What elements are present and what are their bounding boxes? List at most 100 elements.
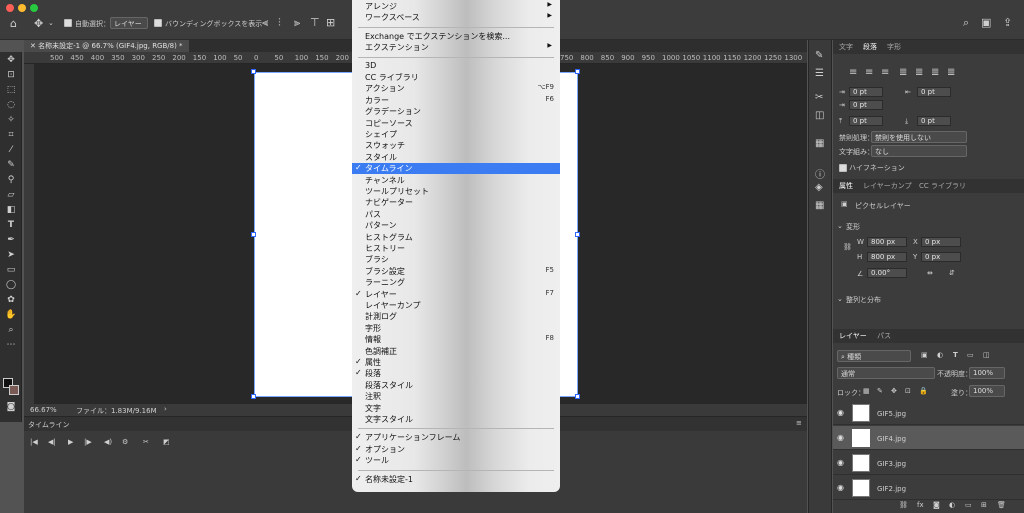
blend-mode-select[interactable]: 通常 [837,367,935,379]
brush-tool-icon[interactable]: ✎ [3,159,19,172]
eyedropper-tool-icon[interactable]: ⁄ [3,144,19,157]
menu-item[interactable]: ✓ アプリケーションフレーム [352,432,560,443]
background-color-swatch[interactable] [9,385,19,395]
delete-layer-icon[interactable]: 🗑 [997,501,1006,509]
tool-preset-chevron-icon[interactable]: ⌄ [48,19,54,27]
next-frame-icon[interactable]: |▶ [84,438,92,446]
gradient-tool-icon[interactable]: ◧ [3,204,19,217]
share-icon[interactable]: ⇪ [1003,17,1012,28]
type-tool-icon[interactable]: T [3,219,19,232]
menu-item[interactable]: ブラシ [352,254,560,265]
align-chevron-icon[interactable]: ⌄ [837,295,843,303]
align-right-icon[interactable]: ⫸ [294,17,300,28]
tab-character[interactable]: 文字 [839,42,853,52]
menu-item[interactable]: 文字 [352,403,560,414]
info-icon[interactable]: ⓘ [815,166,825,181]
move-tool-icon[interactable]: ✥ [34,18,43,29]
minimize-window-button[interactable] [18,4,26,12]
align-center-icon[interactable]: ⫶ [278,17,281,28]
document-tab[interactable]: ✕ 名称未設定-1 @ 66.7% (GIF4.jpg, RGB/8) * [24,40,189,52]
new-group-icon[interactable]: ▭ [965,501,972,509]
menu-item[interactable]: スウォッチ [352,140,560,151]
hyphenation-checkbox[interactable] [839,164,847,172]
transform-handle[interactable] [575,69,580,74]
quick-mask-icon[interactable]: ◙ [3,401,19,414]
move-tool-icon[interactable]: ✥ [3,54,19,67]
audio-icon[interactable]: ◀) [104,438,112,446]
tab-paths[interactable]: パス [877,331,891,341]
filter-shape-icon[interactable]: ▭ [967,351,974,359]
link-layers-icon[interactable]: ⛓ [899,501,908,509]
tab-cc-libraries[interactable]: CC ライブラリ [919,181,966,191]
tab-properties[interactable]: 属性 [839,181,853,191]
flip-vertical-icon[interactable]: ⇵ [949,269,955,277]
menu-item[interactable]: スタイル [352,152,560,163]
eraser-tool-icon[interactable]: ▱ [3,189,19,202]
lock-all-icon[interactable]: 🔒 [919,387,928,395]
height-field[interactable]: 800 px [867,252,907,262]
menu-item[interactable]: ✓ 名称未設定-1 [352,474,560,485]
maximize-window-button[interactable] [30,4,38,12]
more-tools-icon[interactable]: ⋯ [3,339,19,352]
auto-select-checkbox[interactable] [64,19,72,27]
align-left-icon[interactable]: ⫷ [262,17,268,28]
add-mask-icon[interactable]: ◙ [933,501,940,509]
lock-transparent-icon[interactable]: ▦ [863,387,870,395]
justify-center-icon[interactable]: ≣ [915,67,923,78]
magic-wand-tool-icon[interactable]: ✧ [3,114,19,127]
history-icon[interactable]: ◫ [815,110,824,121]
indent-left-field[interactable]: 0 pt [849,87,883,97]
menu-item[interactable]: ✓ レイヤー F7 [352,289,560,300]
tab-layer-comps[interactable]: レイヤーカンプ [863,181,912,191]
layer-name[interactable]: GIF4.jpg [877,435,906,443]
menu-item[interactable]: CC ライブラリ [352,72,560,83]
auto-select-target-select[interactable]: レイヤー [110,17,148,29]
transform-handle[interactable] [251,232,256,237]
menu-item[interactable]: レイヤーカンプ [352,300,560,311]
artboard-tool-icon[interactable]: ⊡ [3,69,19,82]
menu-item[interactable]: ツールプリセット [352,186,560,197]
menu-item[interactable]: シェイプ [352,129,560,140]
visibility-eye-icon[interactable]: ◉ [837,483,844,492]
space-after-field[interactable]: 0 pt [917,116,951,126]
previous-frame-icon[interactable]: ◀| [48,438,56,446]
lock-image-icon[interactable]: ✎ [877,387,883,395]
menu-item[interactable]: 3D [352,61,560,72]
custom-shape-tool-icon[interactable]: ✿ [3,294,19,307]
ellipse-tool-icon[interactable]: ◯ [3,279,19,292]
menu-item[interactable]: アレンジ ▶ [352,1,560,12]
clone-source-icon[interactable]: ✂ [815,92,823,103]
zoom-tool-icon[interactable]: ⌕ [3,324,19,337]
first-frame-icon[interactable]: |◀ [30,438,38,446]
lock-position-icon[interactable]: ✥ [891,387,897,395]
layer-filter-select[interactable]: ⌕ 種類 [837,350,911,362]
swatches-icon[interactable]: ▦ [815,200,824,211]
close-window-button[interactable] [6,4,14,12]
menu-item[interactable]: ✓ 属性 [352,357,560,368]
menu-item[interactable]: 段落スタイル [352,380,560,391]
menu-item[interactable]: ブラシ設定 F5 [352,266,560,277]
brush-settings-icon[interactable]: ✎ [815,50,823,61]
lock-artboard-icon[interactable]: ⊡ [905,387,911,395]
menu-item[interactable]: アクション ⌥F9 [352,83,560,94]
menu-item[interactable]: ヒストリー [352,243,560,254]
visibility-eye-icon[interactable]: ◉ [837,458,844,467]
menu-item[interactable]: ✓ ツール [352,455,560,466]
tab-layers[interactable]: レイヤー [839,331,867,341]
transition-icon[interactable]: ◩ [163,438,170,446]
menu-item[interactable]: チャンネル [352,175,560,186]
menu-item[interactable]: 計測ログ [352,311,560,322]
adjustment-icon[interactable]: ☰ [815,68,824,79]
timeline-title[interactable]: タイムライン [28,420,70,430]
paragraph-align-center-icon[interactable]: ≡ [865,67,873,78]
menu-item[interactable]: ✓ 段落 [352,368,560,379]
workspace-icon[interactable]: ▣ [981,17,991,28]
paragraph-align-left-icon[interactable]: ≡ [849,67,857,78]
width-field[interactable]: 800 px [867,237,907,247]
menu-item[interactable]: ラーニング [352,277,560,288]
layer-name[interactable]: GIF5.jpg [877,410,906,418]
panel-menu-icon[interactable]: ≡ [796,419,802,427]
paragraph-align-right-icon[interactable]: ≡ [881,67,889,78]
justify-all-icon[interactable]: ≣ [947,67,955,78]
menu-item[interactable]: ナビゲーター [352,197,560,208]
